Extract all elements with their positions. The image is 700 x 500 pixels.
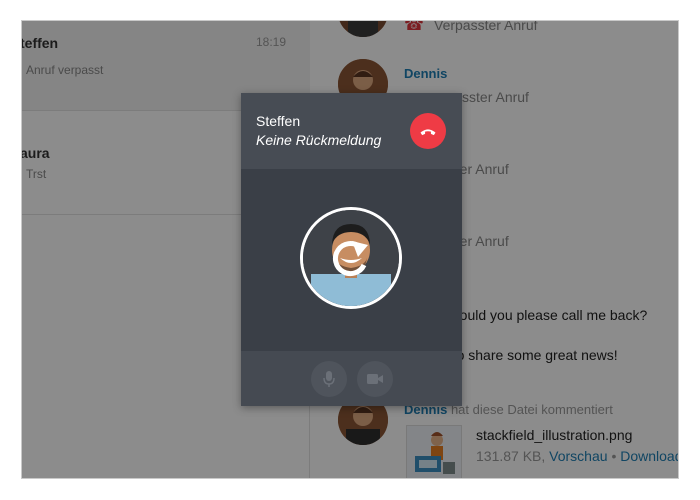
- video-button[interactable]: [357, 361, 393, 397]
- call-body: [241, 169, 462, 351]
- video-camera-icon: [367, 374, 383, 384]
- caller-avatar: [300, 207, 402, 309]
- hangup-icon: [420, 129, 436, 136]
- refresh-icon: [332, 241, 368, 276]
- call-header: Steffen Keine Rückmeldung: [241, 93, 462, 169]
- app-window: teffen 18:19 Anruf verpasst aura Trst ☎ …: [21, 20, 679, 479]
- call-controls: [241, 351, 462, 406]
- call-status: Keine Rückmeldung: [256, 132, 382, 148]
- microphone-icon: [323, 371, 335, 387]
- mute-button[interactable]: [311, 361, 347, 397]
- caller-name: Steffen: [256, 113, 301, 129]
- call-dialog: Steffen Keine Rückmeldung: [241, 93, 462, 406]
- hangup-button[interactable]: [410, 113, 446, 149]
